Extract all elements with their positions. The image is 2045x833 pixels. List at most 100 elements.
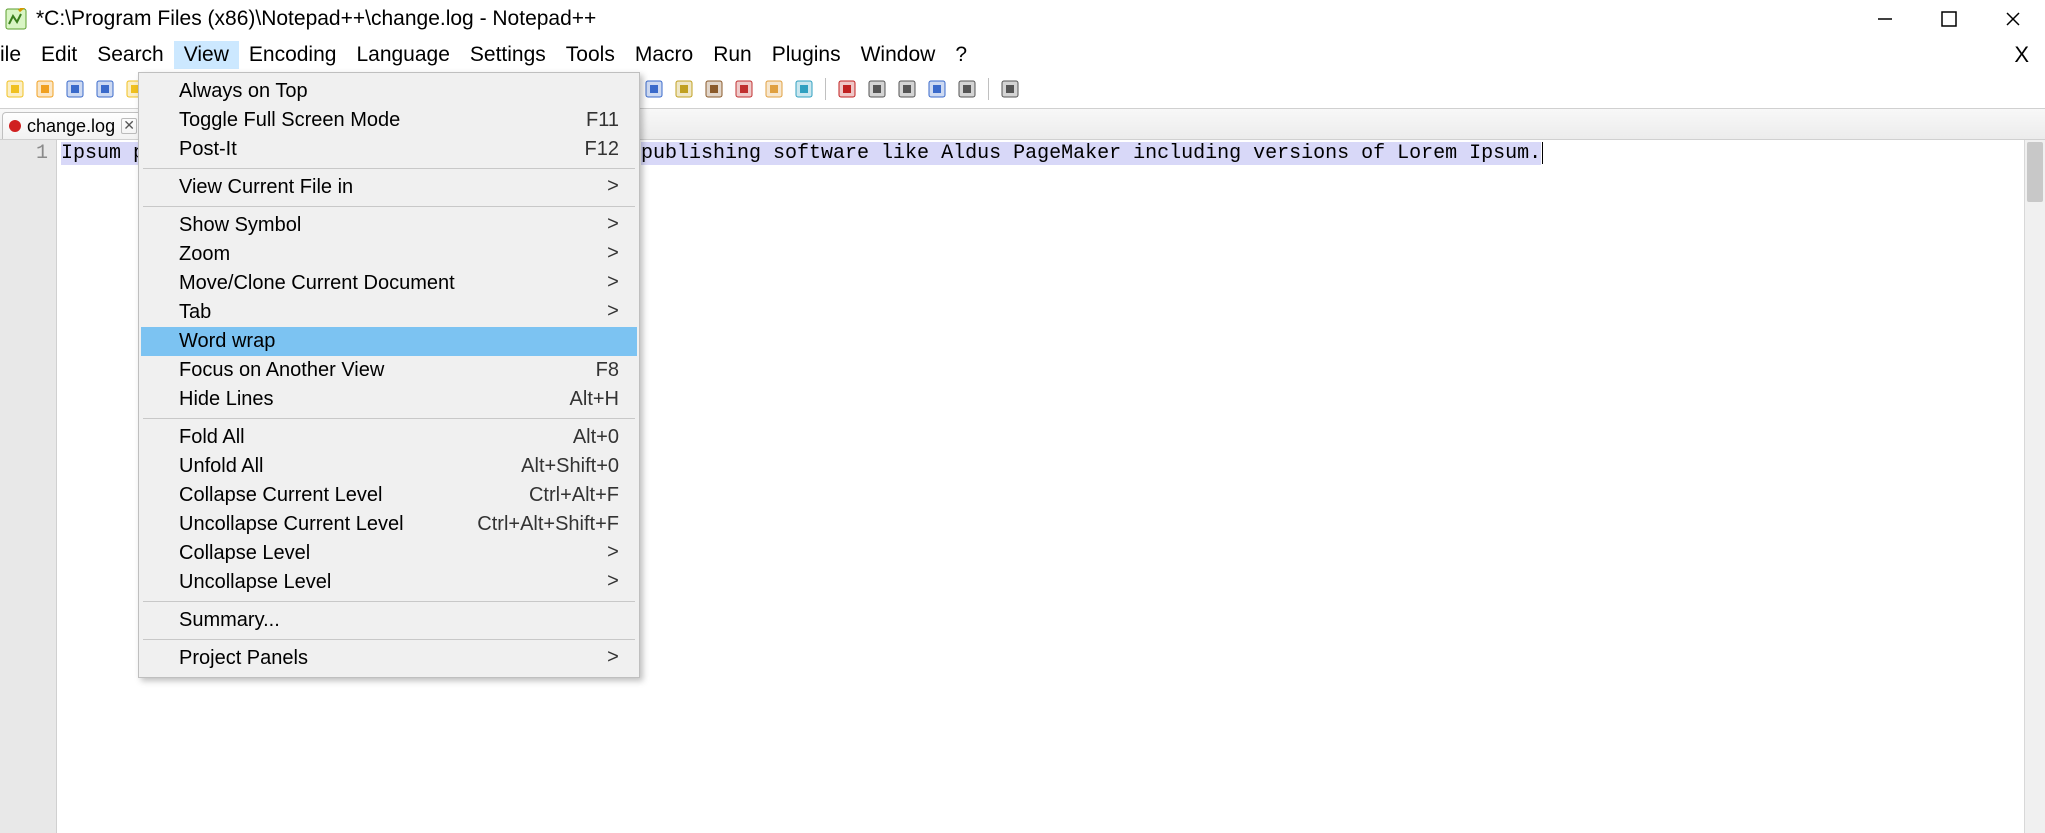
spell-icon[interactable] [997,76,1023,102]
menu-item-label: Show Symbol [179,214,607,237]
menu-item-shortcut: Ctrl+Alt+F [529,484,619,507]
menu-item-label: Toggle Full Screen Mode [179,109,586,132]
window-title: *C:\Program Files (x86)\Notepad++\change… [36,7,596,31]
save-all-icon[interactable] [92,76,118,102]
menu-item-hide-lines[interactable]: Hide LinesAlt+H [141,385,637,414]
menu-item-shortcut: Alt+H [570,388,619,411]
menu-item-label: Move/Clone Current Document [179,272,607,295]
menu-item-label: View Current File in [179,176,607,199]
menu-item-shortcut: Alt+0 [573,426,619,449]
menu-item-collapse-level[interactable]: Collapse Level> [141,539,637,568]
menu-item-toggle-full-screen-mode[interactable]: Toggle Full Screen ModeF11 [141,106,637,135]
menu-item-zoom[interactable]: Zoom> [141,240,637,269]
new-file-icon[interactable] [2,76,28,102]
menu-separator [143,206,635,207]
mdi-close-button[interactable]: X [1998,42,2045,68]
menu-item-uncollapse-level[interactable]: Uncollapse Level> [141,568,637,597]
menu-item-label: Project Panels [179,647,607,670]
text-segment-left: Ipsum p [61,142,145,165]
menu-item-tab[interactable]: Tab> [141,298,637,327]
menu-bar: ileEditSearchViewEncodingLanguageSetting… [0,38,2045,72]
unsaved-indicator-icon [9,120,21,132]
open-file-icon[interactable] [32,76,58,102]
menu-language[interactable]: Language [346,41,459,69]
menu-item-always-on-top[interactable]: Always on Top [141,77,637,106]
menu-plugins[interactable]: Plugins [762,41,851,69]
save-icon[interactable] [62,76,88,102]
submenu-arrow-icon: > [607,243,619,266]
document-tab-label: change.log [27,116,115,137]
menu-tools[interactable]: Tools [556,41,625,69]
play-icon[interactable] [894,76,920,102]
submenu-arrow-icon: > [607,214,619,237]
menu-item-fold-all[interactable]: Fold AllAlt+0 [141,423,637,452]
toolbar-separator [988,78,989,100]
menu-item-label: Word wrap [179,330,619,353]
menu-item-shortcut: F12 [585,138,619,161]
maximize-button[interactable] [1917,0,1981,38]
menu-macro[interactable]: Macro [625,41,703,69]
monitor-icon[interactable] [791,76,817,102]
menu-view[interactable]: View [174,41,239,69]
menu-item-post-it[interactable]: Post-ItF12 [141,135,637,164]
menu-item-label: Tab [179,301,607,324]
menu-item-view-current-file-in[interactable]: View Current File in> [141,173,637,202]
submenu-arrow-icon: > [607,301,619,324]
title-bar: *C:\Program Files (x86)\Notepad++\change… [0,0,2045,38]
menu-item-label: Unfold All [179,455,521,478]
indent-guide-icon[interactable] [641,76,667,102]
menu-item-label: Summary... [179,609,619,632]
menu-item-shortcut: F8 [596,359,619,382]
play-multi-icon[interactable] [924,76,950,102]
record-icon[interactable] [834,76,860,102]
menu-[interactable]: ? [945,41,977,69]
save-macro-icon[interactable] [954,76,980,102]
menu-item-summary[interactable]: Summary... [141,606,637,635]
menu-search[interactable]: Search [87,41,174,69]
text-caret [1542,142,1543,164]
menu-edit[interactable]: Edit [31,41,87,69]
menu-item-unfold-all[interactable]: Unfold AllAlt+Shift+0 [141,452,637,481]
folder-icon[interactable] [761,76,787,102]
app-icon [4,7,28,31]
menu-settings[interactable]: Settings [460,41,556,69]
func-list-icon[interactable] [731,76,757,102]
document-tab[interactable]: change.log ✕ [2,112,144,139]
tab-close-icon[interactable]: ✕ [121,118,137,134]
menu-file[interactable]: ile [0,41,31,69]
menu-item-focus-on-another-view[interactable]: Focus on Another ViewF8 [141,356,637,385]
menu-item-uncollapse-current-level[interactable]: Uncollapse Current LevelCtrl+Alt+Shift+F [141,510,637,539]
menu-separator [143,168,635,169]
toolbar-separator [825,78,826,100]
menu-item-word-wrap[interactable]: Word wrap [141,327,637,356]
menu-item-show-symbol[interactable]: Show Symbol> [141,211,637,240]
submenu-arrow-icon: > [607,176,619,199]
menu-item-label: Focus on Another View [179,359,596,382]
submenu-arrow-icon: > [607,647,619,670]
udl-icon[interactable] [671,76,697,102]
menu-item-shortcut: Alt+Shift+0 [521,455,619,478]
menu-separator [143,601,635,602]
scrollbar-thumb[interactable] [2027,142,2043,202]
menu-item-shortcut: F11 [586,109,619,132]
menu-window[interactable]: Window [851,41,946,69]
menu-run[interactable]: Run [703,41,762,69]
menu-item-project-panels[interactable]: Project Panels> [141,644,637,673]
menu-item-label: Collapse Current Level [179,484,529,507]
menu-item-shortcut: Ctrl+Alt+Shift+F [477,513,619,536]
menu-encoding[interactable]: Encoding [239,41,347,69]
doc-map-icon[interactable] [701,76,727,102]
close-button[interactable] [1981,0,2045,38]
vertical-scrollbar[interactable] [2024,140,2045,833]
menu-item-label: Zoom [179,243,607,266]
stop-icon[interactable] [864,76,890,102]
menu-item-label: Hide Lines [179,388,570,411]
menu-item-move-clone-current-document[interactable]: Move/Clone Current Document> [141,269,637,298]
menu-item-collapse-current-level[interactable]: Collapse Current LevelCtrl+Alt+F [141,481,637,510]
menu-item-label: Always on Top [179,80,619,103]
menu-item-label: Uncollapse Current Level [179,513,477,536]
submenu-arrow-icon: > [607,571,619,594]
menu-item-label: Fold All [179,426,573,449]
minimize-button[interactable] [1853,0,1917,38]
menu-item-label: Collapse Level [179,542,607,565]
